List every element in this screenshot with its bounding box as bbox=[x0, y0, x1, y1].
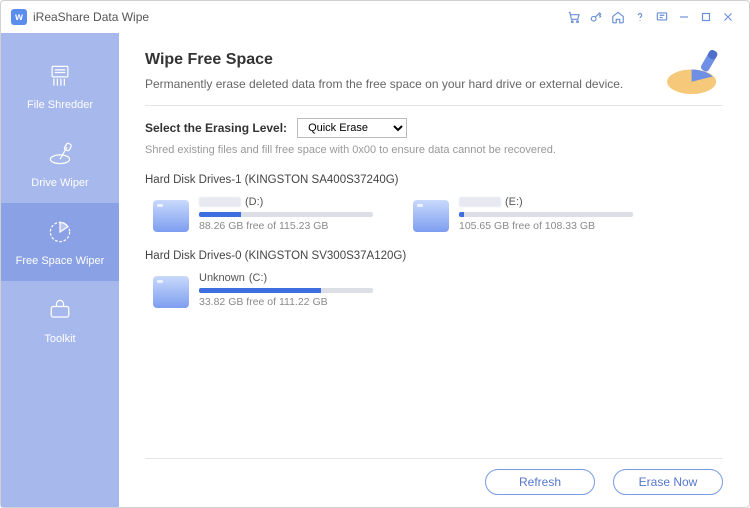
drive-item[interactable]: (D:) 88.26 GB free of 115.23 GB bbox=[153, 196, 373, 232]
hero-wipe-icon bbox=[661, 43, 731, 103]
sidebar: File Shredder Drive Wiper Free Space Wip… bbox=[1, 33, 119, 507]
drive-info: (E:) 105.65 GB free of 108.33 GB bbox=[459, 196, 633, 232]
erase-level-select[interactable]: Quick Erase bbox=[297, 118, 407, 138]
erase-now-button[interactable]: Erase Now bbox=[613, 469, 723, 495]
feedback-icon[interactable] bbox=[651, 6, 673, 28]
sidebar-item-file-shredder[interactable]: File Shredder bbox=[1, 47, 119, 125]
page-subtitle: Permanently erase deleted data from the … bbox=[145, 77, 723, 91]
erase-level-label: Select the Erasing Level: bbox=[145, 121, 287, 135]
drive-free-text: 33.82 GB free of 111.22 GB bbox=[199, 296, 373, 308]
drive-info: (D:) 88.26 GB free of 115.23 GB bbox=[199, 196, 373, 232]
divider bbox=[145, 105, 723, 106]
drive-name: (D:) bbox=[199, 196, 373, 208]
sidebar-item-free-space-wiper[interactable]: Free Space Wiper bbox=[1, 203, 119, 281]
usage-bar bbox=[459, 212, 633, 217]
disk-title: Hard Disk Drives-0 (KINGSTON SV300S37A12… bbox=[145, 250, 723, 262]
drive-icon bbox=[153, 276, 189, 308]
help-icon[interactable] bbox=[629, 6, 651, 28]
sidebar-label: Toolkit bbox=[44, 333, 75, 345]
sidebar-item-toolkit[interactable]: Toolkit bbox=[1, 281, 119, 359]
sidebar-label: Free Space Wiper bbox=[16, 255, 105, 267]
free-space-wiper-icon bbox=[45, 217, 75, 247]
main-panel: Wipe Free Space Permanently erase delete… bbox=[119, 33, 749, 507]
maximize-icon[interactable] bbox=[695, 6, 717, 28]
sidebar-label: Drive Wiper bbox=[31, 177, 88, 189]
disk-group: Hard Disk Drives-0 (KINGSTON SV300S37A12… bbox=[145, 250, 723, 308]
drive-wiper-icon bbox=[45, 139, 75, 169]
drive-info: Unknown (C:) 33.82 GB free of 111.22 GB bbox=[199, 272, 373, 308]
cart-icon[interactable] bbox=[563, 6, 585, 28]
drive-item[interactable]: (E:) 105.65 GB free of 108.33 GB bbox=[413, 196, 633, 232]
drive-item[interactable]: Unknown (C:) 33.82 GB free of 111.22 GB bbox=[153, 272, 373, 308]
redacted-label bbox=[199, 197, 241, 207]
disk-title: Hard Disk Drives-1 (KINGSTON SA400S37240… bbox=[145, 174, 723, 186]
key-icon[interactable] bbox=[585, 6, 607, 28]
drive-free-text: 105.65 GB free of 108.33 GB bbox=[459, 220, 633, 232]
disk-group: Hard Disk Drives-1 (KINGSTON SA400S37240… bbox=[145, 174, 723, 232]
redacted-label bbox=[459, 197, 501, 207]
app-title: iReaShare Data Wipe bbox=[33, 10, 149, 24]
usage-bar bbox=[199, 288, 373, 293]
titlebar: w iReaShare Data Wipe bbox=[1, 1, 749, 33]
drive-icon bbox=[413, 200, 449, 232]
minimize-icon[interactable] bbox=[673, 6, 695, 28]
file-shredder-icon bbox=[45, 61, 75, 91]
usage-bar bbox=[199, 212, 373, 217]
page-title: Wipe Free Space bbox=[145, 51, 723, 69]
footer: Refresh Erase Now bbox=[145, 458, 723, 495]
drive-name: Unknown (C:) bbox=[199, 272, 373, 284]
drive-icon bbox=[153, 200, 189, 232]
sidebar-label: File Shredder bbox=[27, 99, 93, 111]
erase-level-description: Shred existing files and fill free space… bbox=[145, 144, 723, 156]
close-icon[interactable] bbox=[717, 6, 739, 28]
home-icon[interactable] bbox=[607, 6, 629, 28]
app-logo-icon: w bbox=[11, 9, 27, 25]
refresh-button[interactable]: Refresh bbox=[485, 469, 595, 495]
drive-name: (E:) bbox=[459, 196, 633, 208]
drive-free-text: 88.26 GB free of 115.23 GB bbox=[199, 220, 373, 232]
toolkit-icon bbox=[45, 295, 75, 325]
sidebar-item-drive-wiper[interactable]: Drive Wiper bbox=[1, 125, 119, 203]
